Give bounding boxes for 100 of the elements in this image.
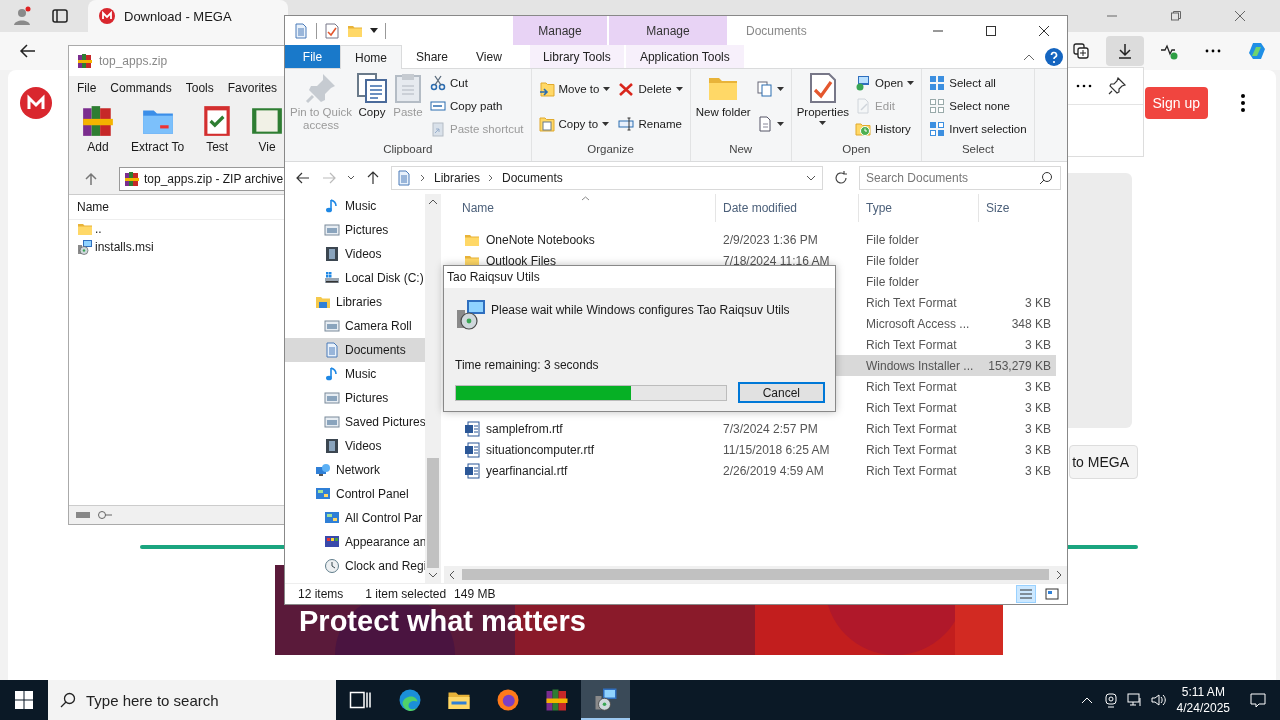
nav-item[interactable]: All Control Par [285,506,425,530]
size-cell: 3 KB [1025,463,1051,478]
nav-item[interactable]: Videos [285,434,425,458]
menu-item[interactable]: Favorites [227,81,278,95]
file-item[interactable]: installs.msi [69,238,284,256]
nav-item[interactable]: Saved Pictures [285,410,425,434]
nav-item[interactable]: Music [285,362,425,386]
breadcrumb[interactable]: Libraries [434,171,481,185]
nav-item[interactable]: Control Panel [285,482,425,506]
nav-item[interactable]: Pictures [285,386,425,410]
dialog-title: Tao Raiqsuv Utils [444,266,835,288]
ribbon-button[interactable]: Copy [355,69,389,143]
group-label: Clipboard [382,143,434,157]
browser-tab[interactable]: Download - MEGA [88,0,288,32]
toolbar-button[interactable]: Add [77,104,119,160]
ribbon-button[interactable]: Copy to [535,114,614,133]
ribbon-button[interactable]: Select none [926,97,1030,115]
ribbon-button[interactable]: Move to [535,79,614,98]
tab-group-label: Manage [513,16,607,45]
nav-item[interactable]: Camera Roll [285,314,425,338]
taskbar-clock[interactable]: 5:11 AM 4/24/2025 [1176,684,1230,716]
size-cell: 3 KB [1025,295,1051,310]
tab-group-label: Manage [609,16,727,45]
type-cell: Microsoft Access ... [866,316,970,331]
nav-item[interactable]: Pictures [285,218,425,242]
type-cell: Rich Text Format [866,421,957,436]
file-name[interactable]: Outlook Files [486,253,557,268]
file-item[interactable]: .. [69,220,284,238]
size-cell: 3 KB [1025,400,1051,415]
ribbon-button[interactable]: Cut [427,73,527,92]
date-cell: 11/15/2018 6:25 AM [723,442,830,457]
date-cell: 2/26/2019 4:59 AM [723,463,824,478]
ribbon-button[interactable]: Invert selection [926,120,1030,139]
ribbon-tab[interactable]: Library Tools [529,45,624,68]
toolbar-button[interactable]: Extract To [127,104,189,160]
menu-item[interactable]: Commands [110,81,172,95]
nav-item[interactable]: Videos [285,242,425,266]
type-cell: Windows Installer ... [866,358,974,373]
nav-item[interactable]: Clock and Regi [285,554,425,578]
type-cell: File folder [866,232,919,247]
cancel-button[interactable]: Cancel [737,382,825,403]
ribbon-tab[interactable]: Home [340,45,402,69]
ribbon-button[interactable]: Copy path [427,97,527,115]
file-name[interactable]: yearfinancial.rtf [486,463,568,478]
ribbon-tab[interactable]: File [285,45,340,68]
ribbon-button[interactable]: History [852,120,918,139]
search-field[interactable]: Search Documents [859,166,1061,190]
size-cell: 348 KB [1011,316,1051,331]
ribbon-button[interactable]: Rename [615,114,686,133]
type-cell: File folder [866,253,919,268]
menu-item[interactable]: File [77,81,97,95]
nav-item[interactable]: Music [285,194,425,218]
size-cell: 3 KB [1025,442,1051,457]
banner-headline: Protect what matters [299,605,586,638]
size-cell: 3 KB [1025,421,1051,436]
size-cell: 3 KB [1025,337,1051,352]
group-label: New [728,143,754,157]
nav-item[interactable]: Local Disk (C:) [285,266,425,290]
ribbon-button[interactable]: Delete [615,79,686,98]
size-cell: 3 KB [1025,379,1051,394]
file-name[interactable]: samplefrom.rtf [486,421,563,436]
type-cell: Rich Text Format [866,442,957,457]
column-header[interactable]: Type [859,194,979,222]
type-cell: Rich Text Format [866,463,957,478]
window-title: Documents [746,23,807,38]
taskbar-search[interactable]: Type here to search [48,680,336,720]
ribbon-button[interactable]: New folder [694,69,752,143]
type-cell: Rich Text Format [866,379,957,394]
nav-item[interactable]: Appearance an [285,530,425,554]
nav-item[interactable]: Libraries [285,290,425,314]
column-header[interactable]: Date modified [716,194,859,222]
group-label: Organize [586,143,635,157]
nav-item[interactable]: Network [285,458,425,482]
ribbon-tab[interactable]: Share [402,45,463,68]
group-label: Select [960,143,995,157]
item-count: 12 items [298,587,344,601]
toolbar-button[interactable]: Test [196,104,239,160]
ribbon-tab[interactable]: Application Tools [625,45,744,68]
nav-item[interactable]: Documents [285,338,425,362]
selection-size: 149 MB [454,587,496,601]
breadcrumb[interactable]: Documents [502,171,563,185]
type-cell: Rich Text Format [866,400,957,415]
ribbon-button[interactable]: Select all [926,73,1030,92]
column-header[interactable]: Name [444,194,716,222]
sign-up-button[interactable]: Sign up [1144,86,1208,119]
ribbon-button[interactable]: Open [852,73,918,92]
ribbon-button[interactable]: Properties [795,69,851,143]
type-cell: File folder [866,274,919,289]
menu-item[interactable]: Tools [185,81,214,95]
file-name[interactable]: situationcomputer.rtf [486,442,595,457]
type-cell: Rich Text Format [866,295,957,310]
column-header[interactable]: Size [979,194,1055,222]
size-cell: 153,279 KB [988,358,1051,373]
address-bar[interactable]: Libraries Documents [391,166,823,190]
ribbon-tab[interactable]: View [462,45,516,68]
dialog-message: Please wait while Windows configures Tao Raiqsuv Utils [491,302,790,317]
file-name[interactable]: OneNote Notebooks [486,232,595,247]
type-cell: Rich Text Format [866,337,957,352]
path-field[interactable]: top_apps.zip - ZIP archive [119,167,284,191]
page-button[interactable]: to MEGA [1069,445,1138,479]
